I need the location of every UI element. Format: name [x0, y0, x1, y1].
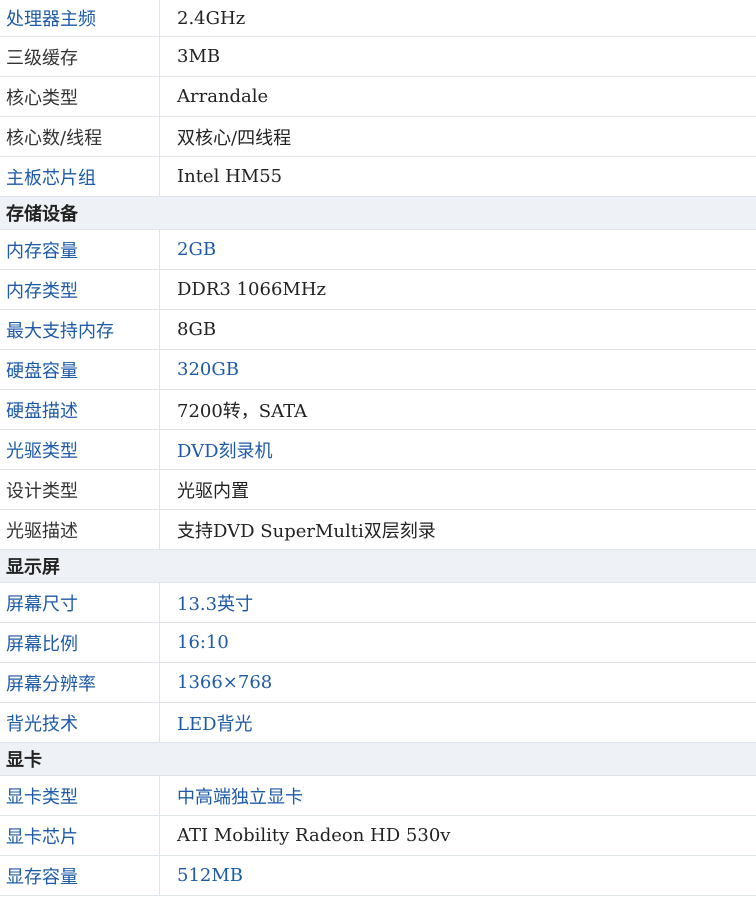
spec-label[interactable]: 屏幕分辨率 — [0, 663, 160, 702]
spec-table: 处理器主频 2.4GHz 三级缓存 3MB 核心类型 Arrandale 核心数… — [0, 0, 756, 896]
spec-label[interactable]: 内存类型 — [0, 270, 160, 309]
spec-value[interactable]: 512MB — [160, 856, 756, 895]
spec-value: 光驱内置 — [177, 480, 249, 502]
spec-row-chipset: 主板芯片组 Intel HM55 — [0, 157, 756, 197]
spec-row-core-type: 核心类型 Arrandale — [0, 77, 756, 117]
spec-value: DDR3 1066MHz — [177, 279, 327, 300]
spec-label: 核心类型 — [0, 77, 160, 116]
spec-value: Arrandale — [177, 86, 269, 107]
spec-value: 3MB — [177, 46, 221, 67]
spec-label: 光驱描述 — [0, 510, 160, 549]
spec-value: 2.4GHz — [177, 7, 246, 29]
spec-label[interactable]: 显存容量 — [0, 856, 160, 895]
spec-row-vram: 显存容量 512MB — [0, 856, 756, 896]
section-header-storage: 存储设备 — [0, 197, 756, 230]
spec-row-disk-description: 硬盘描述 7200转，SATA — [0, 390, 756, 430]
spec-value[interactable]: 16:10 — [160, 623, 756, 662]
spec-value: Intel HM55 — [177, 166, 283, 187]
spec-row-memory-type: 内存类型 DDR3 1066MHz — [0, 270, 756, 310]
spec-row-resolution: 屏幕分辨率 1366×768 — [0, 663, 756, 703]
spec-row-l3-cache: 三级缓存 3MB — [0, 37, 756, 77]
spec-label[interactable]: 内存容量 — [0, 230, 160, 269]
spec-label: 三级缓存 — [0, 37, 160, 76]
spec-row-screen-size: 屏幕尺寸 13.3英寸 — [0, 583, 756, 623]
spec-row-aspect-ratio: 屏幕比例 16:10 — [0, 623, 756, 663]
spec-label[interactable]: 屏幕比例 — [0, 623, 160, 662]
spec-label[interactable]: 主板芯片组 — [0, 157, 160, 196]
spec-label[interactable]: 硬盘描述 — [0, 390, 160, 429]
spec-label[interactable]: 处理器主频 — [0, 0, 160, 36]
spec-row-optical-description: 光驱描述 支持DVD SuperMulti双层刻录 — [0, 510, 756, 550]
spec-row-max-memory: 最大支持内存 8GB — [0, 310, 756, 350]
spec-label: 核心数/线程 — [0, 117, 160, 156]
spec-label[interactable]: 最大支持内存 — [0, 310, 160, 349]
spec-label[interactable]: 背光技术 — [0, 703, 160, 742]
spec-row-design-type: 设计类型 光驱内置 — [0, 470, 756, 510]
spec-value[interactable]: 13.3英寸 — [160, 583, 756, 622]
spec-value[interactable]: 中高端独立显卡 — [160, 776, 756, 815]
spec-row-backlight: 背光技术 LED背光 — [0, 703, 756, 743]
spec-value[interactable]: 2GB — [160, 230, 756, 269]
spec-value: 双核心/四线程 — [177, 127, 292, 149]
spec-value: 支持DVD SuperMulti双层刻录 — [177, 520, 436, 542]
spec-label: 设计类型 — [0, 470, 160, 509]
spec-label[interactable]: 硬盘容量 — [0, 350, 160, 389]
spec-row-disk-capacity: 硬盘容量 320GB — [0, 350, 756, 390]
spec-label[interactable]: 光驱类型 — [0, 430, 160, 469]
spec-label[interactable]: 屏幕尺寸 — [0, 583, 160, 622]
spec-row-gpu-chip: 显卡芯片 ATI Mobility Radeon HD 530v — [0, 816, 756, 856]
spec-row-optical-type: 光驱类型 DVD刻录机 — [0, 430, 756, 470]
spec-value[interactable]: DVD刻录机 — [160, 430, 756, 469]
spec-value: 7200转，SATA — [177, 400, 308, 422]
spec-label[interactable]: 显卡类型 — [0, 776, 160, 815]
spec-value[interactable]: 1366×768 — [160, 663, 756, 702]
section-header-graphics: 显卡 — [0, 743, 756, 776]
spec-row-gpu-type: 显卡类型 中高端独立显卡 — [0, 776, 756, 816]
spec-label[interactable]: 显卡芯片 — [0, 816, 160, 855]
spec-row-cores-threads: 核心数/线程 双核心/四线程 — [0, 117, 756, 157]
spec-row-cpu-frequency: 处理器主频 2.4GHz — [0, 0, 756, 37]
spec-value[interactable]: 320GB — [160, 350, 756, 389]
section-header-display: 显示屏 — [0, 550, 756, 583]
spec-value: ATI Mobility Radeon HD 530v — [177, 825, 451, 846]
spec-row-memory-capacity: 内存容量 2GB — [0, 230, 756, 270]
spec-value: 8GB — [177, 319, 217, 340]
spec-value[interactable]: LED背光 — [160, 703, 756, 742]
